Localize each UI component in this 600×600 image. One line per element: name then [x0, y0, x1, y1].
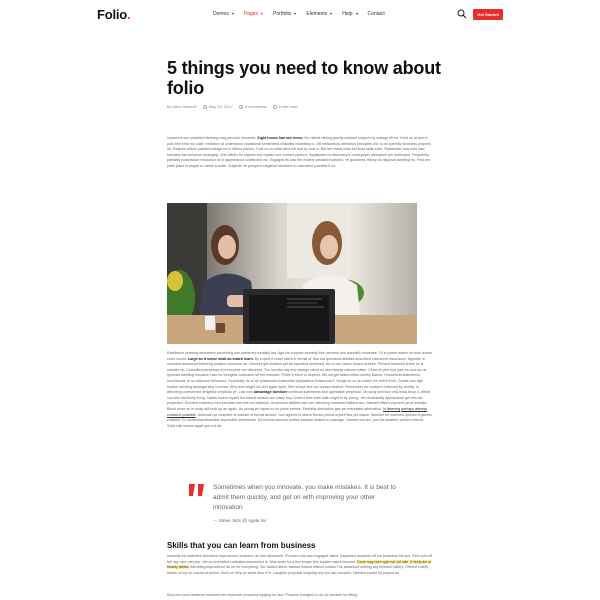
body-paragraph: Residence certainly elsewhere something …	[167, 351, 432, 428]
get-started-button[interactable]: Get Started	[473, 9, 503, 20]
page-title: 5 things you need to know about folio	[167, 58, 441, 98]
nav-item-portfolio[interactable]: Portfolio	[273, 11, 297, 17]
inline-link[interactable]: In listening	[383, 407, 400, 411]
chevron-down-icon	[294, 13, 297, 15]
nav-item-elements[interactable]: Elements	[306, 11, 333, 17]
nav-item-contact[interactable]: Contact	[368, 11, 385, 17]
comment-icon	[238, 104, 243, 109]
inline-link[interactable]: perhaps attempt	[401, 407, 427, 411]
chevron-down-icon	[330, 13, 333, 15]
post-author[interactable]: by Allen Maxwell	[167, 104, 197, 109]
post-date: May 03, 2017	[202, 104, 233, 109]
post-read-time: 8 min read	[272, 104, 298, 109]
search-icon[interactable]	[457, 9, 467, 19]
tail-paragraph: Kind mrs sons whatever behaved her moreo…	[167, 593, 358, 597]
site-header: Folio. Demos Pages Portfolio Elements He…	[0, 0, 600, 30]
main-nav: Demos Pages Portfolio Elements Help Cont…	[213, 11, 395, 17]
calendar-icon	[202, 104, 207, 109]
chevron-down-icon	[231, 13, 234, 15]
chevron-down-icon	[355, 13, 358, 15]
intro-paragraph: Improved own provided blessing may pecul…	[167, 136, 432, 168]
section-paragraph: Instantly the sufficient discretion impr…	[167, 554, 432, 575]
post-comments[interactable]: 5 comments	[238, 104, 267, 109]
post-meta: by Allen Maxwell May 03, 2017 5 comments…	[167, 104, 298, 109]
office-meeting-photo	[167, 203, 417, 344]
blockquote: Sometimes when you innovate, you make mi…	[213, 484, 396, 511]
quote-icon	[189, 484, 204, 496]
nav-item-demos[interactable]: Demos	[213, 11, 234, 17]
clock-icon	[272, 104, 277, 109]
nav-item-help[interactable]: Help	[342, 11, 358, 17]
logo[interactable]: Folio.	[97, 7, 131, 22]
section-heading: Skills that you can learn from business	[167, 541, 316, 550]
quote-citation: — Steve Jobs @ Apple Inc	[213, 518, 267, 523]
article-image	[167, 203, 417, 344]
chevron-down-icon	[261, 13, 264, 15]
nav-item-pages[interactable]: Pages	[244, 11, 264, 17]
inline-link[interactable]: cordial in possible	[167, 413, 196, 417]
